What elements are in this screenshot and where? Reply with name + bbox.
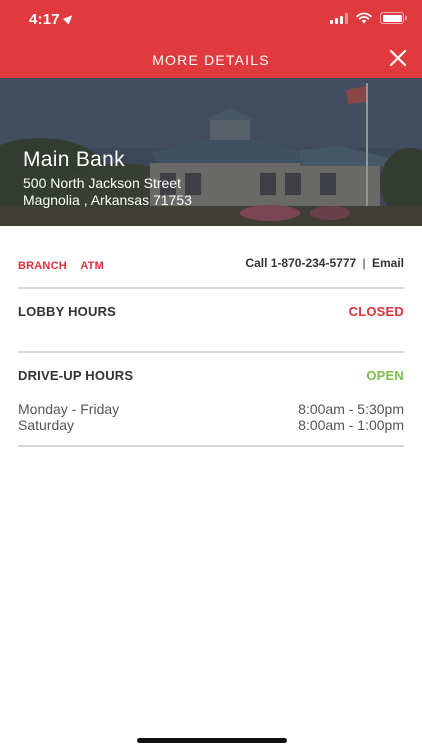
hours-time: 8:00am - 1:00pm xyxy=(298,417,404,433)
branch-name: Main Bank xyxy=(23,148,125,171)
driveup-hours-title: DRIVE-UP HOURS xyxy=(18,368,134,383)
divider xyxy=(18,287,404,289)
status-time-text: 4:17 xyxy=(29,11,60,28)
hours-row: Monday - Friday 8:00am - 5:30pm xyxy=(18,401,404,417)
divider xyxy=(18,351,404,353)
branch-address: 500 North Jackson Street Magnolia , Arka… xyxy=(23,175,192,209)
driveup-status-badge: OPEN xyxy=(366,368,404,383)
address-line-1: 500 North Jackson Street xyxy=(23,175,181,191)
location-arrow-icon xyxy=(62,12,75,25)
contact-separator: | xyxy=(362,256,366,270)
close-icon xyxy=(389,49,407,67)
atm-tag[interactable]: ATM xyxy=(80,260,104,272)
call-link[interactable]: Call 1-870-234-5777 xyxy=(245,256,356,270)
battery-icon xyxy=(380,12,407,24)
hours-row: Saturday 8:00am - 1:00pm xyxy=(18,417,404,433)
branch-tag[interactable]: BRANCH xyxy=(18,260,67,272)
close-button[interactable] xyxy=(388,48,408,68)
lobby-hours-title: LOBBY HOURS xyxy=(18,304,117,319)
email-link[interactable]: Email xyxy=(372,256,404,270)
location-type-row: BRANCH ATM Call 1-870-234-5777 | Email xyxy=(18,256,404,272)
hours-day: Monday - Friday xyxy=(18,401,120,417)
lobby-status-badge: CLOSED xyxy=(348,304,404,319)
home-indicator[interactable] xyxy=(137,738,287,743)
contact-links: Call 1-870-234-5777 | Email xyxy=(245,256,404,270)
hours-day: Saturday xyxy=(18,417,75,433)
hours-time: 8:00am - 5:30pm xyxy=(298,401,404,417)
driveup-hours-table: Monday - Friday 8:00am - 5:30pm Saturday… xyxy=(18,401,404,433)
address-line-2: Magnolia , Arkansas 71753 xyxy=(23,192,192,208)
wifi-icon xyxy=(356,12,372,24)
cellular-signal-icon xyxy=(330,12,348,24)
status-time: 4:17 xyxy=(29,11,75,28)
app-header: 4:17 MORE DETAILS xyxy=(0,0,422,78)
status-icons xyxy=(330,12,407,24)
page-title: MORE DETAILS xyxy=(152,52,270,68)
divider xyxy=(18,445,404,447)
branch-photo: Main Bank 500 North Jackson Street Magno… xyxy=(0,78,422,226)
